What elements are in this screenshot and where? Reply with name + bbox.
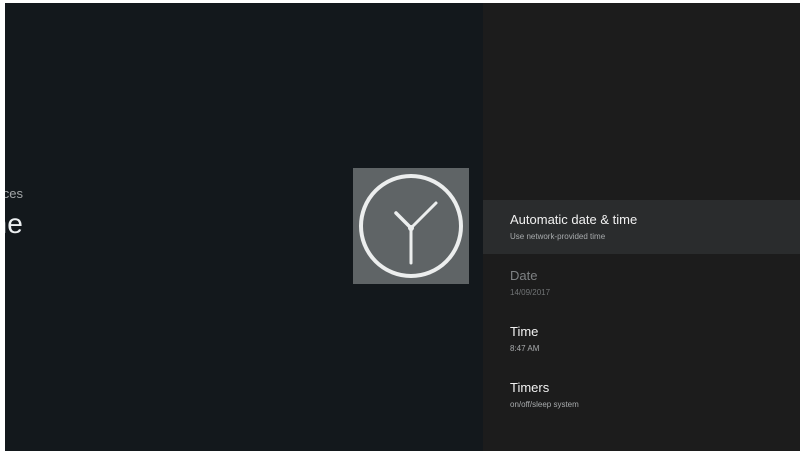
menu-item-label: Date [510,268,538,283]
menu-item-value: on/off/sleep system [510,400,579,409]
menu-item-timers[interactable]: Timers on/off/sleep system [483,368,800,422]
breadcrumb: Preferences [5,186,23,201]
settings-screen: Preferences Date & Time Automatic date &… [5,3,800,451]
menu-item-value: Use network-provided time [510,232,606,241]
menu-item-label: Time [510,324,539,339]
menu-item-label: Timers [510,380,550,395]
clock-icon [359,174,463,278]
menu-item-value: 14/09/2017 [510,288,551,297]
menu-item-value: 8:47 AM [510,344,540,353]
menu-item-time[interactable]: Time 8:47 AM [483,312,800,366]
menu-item-label: Automatic date & time [510,212,638,227]
page-title: Date & Time [5,208,23,239]
menu-item-date[interactable]: Date 14/09/2017 [483,256,800,310]
clock-icon-tile [353,168,469,284]
menu-item-automatic-date-time[interactable]: Automatic date & time Use network-provid… [483,200,800,254]
